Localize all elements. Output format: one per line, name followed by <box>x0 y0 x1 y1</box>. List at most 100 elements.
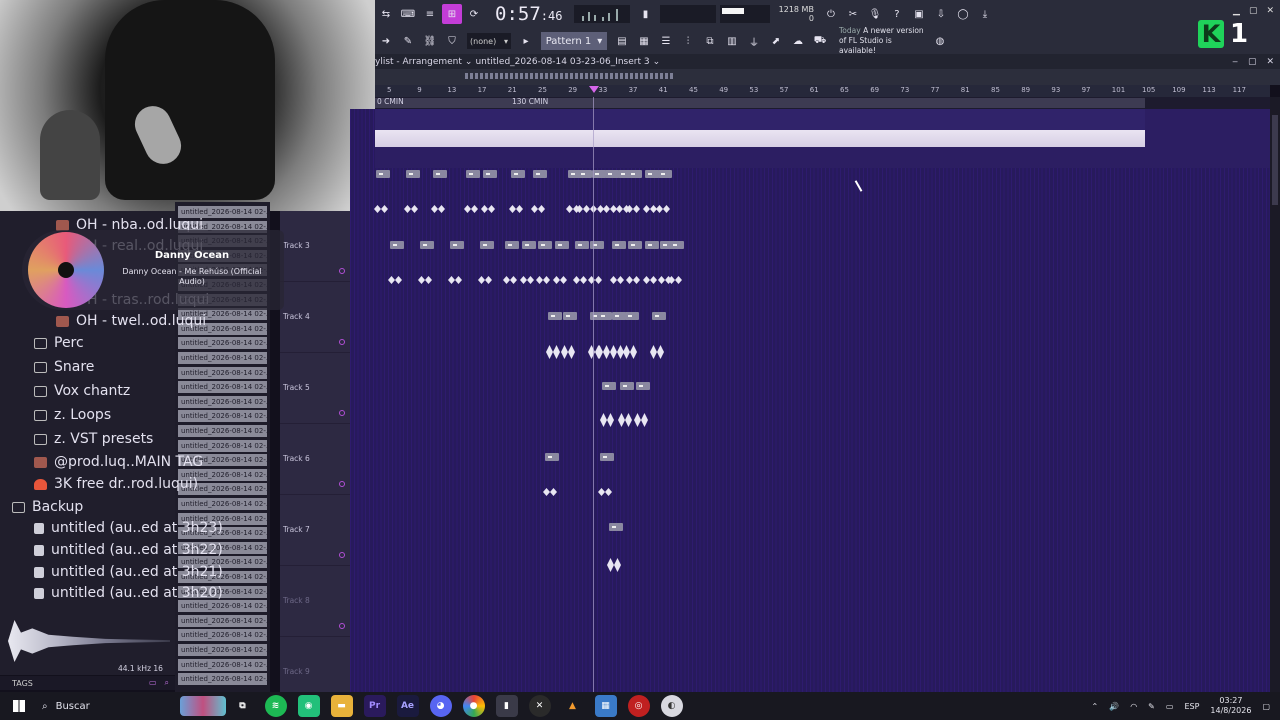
capcut-icon[interactable]: ✕ <box>528 695 551 717</box>
taskbar-search[interactable]: ⌕ Buscar <box>36 695 226 717</box>
wifi-icon[interactable]: ◠ <box>1130 702 1137 711</box>
pattern-select[interactable]: Pattern 1 ▾ <box>541 32 607 50</box>
pattern-clip[interactable] <box>609 523 623 531</box>
save-icon[interactable]: ▣ <box>909 4 929 24</box>
discord-icon[interactable]: ◕ <box>429 695 452 717</box>
arrow-right-icon[interactable]: ➜ <box>376 31 396 51</box>
pattern-clip[interactable] <box>522 241 536 249</box>
language-indicator[interactable]: ESP <box>1184 702 1199 711</box>
clip-name-item[interactable]: untitled_2026-08-14 02-... <box>178 439 267 452</box>
clip-name-item[interactable]: untitled_2026-08-14 02-... <box>178 425 267 437</box>
browser-item[interactable]: Perc <box>34 332 84 354</box>
globe-icon[interactable]: ◍ <box>930 31 950 51</box>
pattern-clip[interactable] <box>602 382 616 390</box>
download-icon[interactable]: ⤓ <box>975 4 995 24</box>
pattern-clip[interactable] <box>538 241 552 249</box>
cart-icon[interactable]: ⛟ <box>810 31 830 51</box>
pattern-clip[interactable] <box>636 382 650 390</box>
browser-item[interactable]: z. Loops <box>34 404 111 426</box>
snap-select[interactable]: (none) ▾ <box>467 33 511 49</box>
browser-item[interactable]: untitled (au..ed at 3h20) <box>34 582 223 604</box>
browser-item[interactable]: 3K free dr..rod.luqui) <box>34 473 198 495</box>
pattern-clip[interactable] <box>511 170 525 178</box>
file-explorer-icon[interactable]: ▬ <box>330 695 353 717</box>
cloud-icon[interactable]: ☁ <box>788 31 808 51</box>
pattern-clip[interactable] <box>625 312 639 320</box>
track-mute-icon[interactable] <box>339 623 345 629</box>
pattern-arrow-icon[interactable]: ▸ <box>516 31 536 51</box>
tools-icon[interactable]: ✂ <box>843 4 863 24</box>
pattern-clip[interactable] <box>575 241 589 249</box>
pattern-clip[interactable] <box>620 382 634 390</box>
vlc-icon[interactable]: ▲ <box>562 695 584 717</box>
time-marker[interactable]: 130 CMIN <box>512 97 548 106</box>
blend-notes-icon[interactable]: ⊞ <box>442 4 462 24</box>
pattern-clip[interactable] <box>658 170 672 178</box>
pattern-clip[interactable] <box>483 170 497 178</box>
track-mute-icon[interactable] <box>339 481 345 487</box>
clip-name-item[interactable]: untitled_2026-08-14 02-... <box>178 614 267 627</box>
clip-name-item[interactable]: untitled_2026-08-14 02-... <box>178 410 267 423</box>
volume-icon[interactable]: 🔊 <box>1109 702 1119 711</box>
track-mute-icon[interactable] <box>339 410 345 416</box>
clip-name-item[interactable]: untitled_2026-08-14 02-... <box>178 644 267 656</box>
playlist-icon[interactable]: ▤ <box>612 31 632 51</box>
pattern-clip[interactable] <box>505 241 519 249</box>
whatsapp-icon[interactable]: ◉ <box>297 695 320 717</box>
draw-icon[interactable]: ✎ <box>398 31 418 51</box>
app-icon[interactable]: ◐ <box>660 695 683 717</box>
pattern-clip[interactable] <box>600 453 614 461</box>
windows-start-icon[interactable] <box>8 692 30 720</box>
folder-icon[interactable]: ▭ <box>149 678 157 688</box>
task-view-icon[interactable]: ⧉ <box>232 695 254 717</box>
pattern-clip[interactable] <box>578 170 592 178</box>
track-header[interactable]: Track 7 <box>280 495 350 566</box>
pattern-clip[interactable] <box>598 312 612 320</box>
browser-item[interactable]: untitled (au..ed at 3h21) <box>34 561 223 583</box>
pattern-clip[interactable] <box>612 241 626 249</box>
minimize-icon[interactable]: ‒ <box>1232 57 1238 67</box>
close-icon[interactable]: ✕ <box>1266 6 1274 16</box>
playhead[interactable] <box>593 97 594 692</box>
after-effects-icon[interactable]: Ae <box>396 695 419 717</box>
clip-name-item[interactable]: untitled_2026-08-14 02-... <box>178 366 267 379</box>
pattern-clip[interactable] <box>420 241 434 249</box>
search-icon[interactable]: ⌕ <box>165 678 169 688</box>
piano-roll-icon[interactable]: ▦ <box>634 31 654 51</box>
pen-icon[interactable]: ✎ <box>1148 702 1155 711</box>
export-icon[interactable]: ⇩ <box>931 4 951 24</box>
browser-item[interactable]: Backup <box>12 496 83 518</box>
notification-icon[interactable]: ▢ <box>1262 702 1270 711</box>
clip-name-item[interactable]: untitled_2026-08-14 02-... <box>178 498 267 510</box>
playlist-titlebar[interactable]: ylist - Arrangement ⌄ untitled_2026-08-1… <box>375 54 1280 69</box>
pattern-clip[interactable] <box>612 312 626 320</box>
pattern-clip[interactable] <box>466 170 480 178</box>
chrome-icon[interactable]: ● <box>462 695 485 717</box>
browser-item[interactable]: Vox chantz <box>34 380 130 402</box>
pattern-clip[interactable] <box>605 170 619 178</box>
chevron-down-icon[interactable]: ⌄ <box>653 57 661 67</box>
pattern-clip[interactable] <box>545 453 559 461</box>
news-panel[interactable]: Today A newer version of FL Studio is av… <box>839 26 929 56</box>
track-header[interactable]: Track 6 <box>280 424 350 495</box>
clock[interactable]: 03:27 14/8/2026 <box>1210 696 1251 716</box>
minimize-icon[interactable]: ▁ <box>1233 6 1240 16</box>
pattern-clip[interactable] <box>628 170 642 178</box>
clip-name-item[interactable]: untitled_2026-08-14 02-... <box>178 395 267 408</box>
track-header[interactable]: Track 3 <box>280 211 350 282</box>
clip-name-item[interactable]: untitled_2026-08-14 02-... <box>178 629 267 642</box>
clip-name-item[interactable]: untitled_2026-08-14 02-... <box>178 352 267 364</box>
help-icon[interactable]: ? <box>887 4 907 24</box>
pattern-clip[interactable] <box>548 312 562 320</box>
premiere-icon[interactable]: Pr <box>363 695 386 717</box>
clip-name-item[interactable]: untitled_2026-08-14 02-... <box>178 658 267 671</box>
playlist-overview[interactable] <box>375 69 1280 85</box>
fl-studio-icon[interactable]: ▮ <box>495 695 518 717</box>
pattern-clip[interactable] <box>533 170 547 178</box>
pattern-clip[interactable] <box>555 241 569 249</box>
mic-icon[interactable]: 🎙 <box>865 4 885 24</box>
close-icon[interactable]: ✕ <box>1266 57 1274 67</box>
stamp-icon[interactable]: ⛉ <box>442 31 462 51</box>
pattern-clip[interactable] <box>563 312 577 320</box>
pattern-clip[interactable] <box>670 241 684 249</box>
